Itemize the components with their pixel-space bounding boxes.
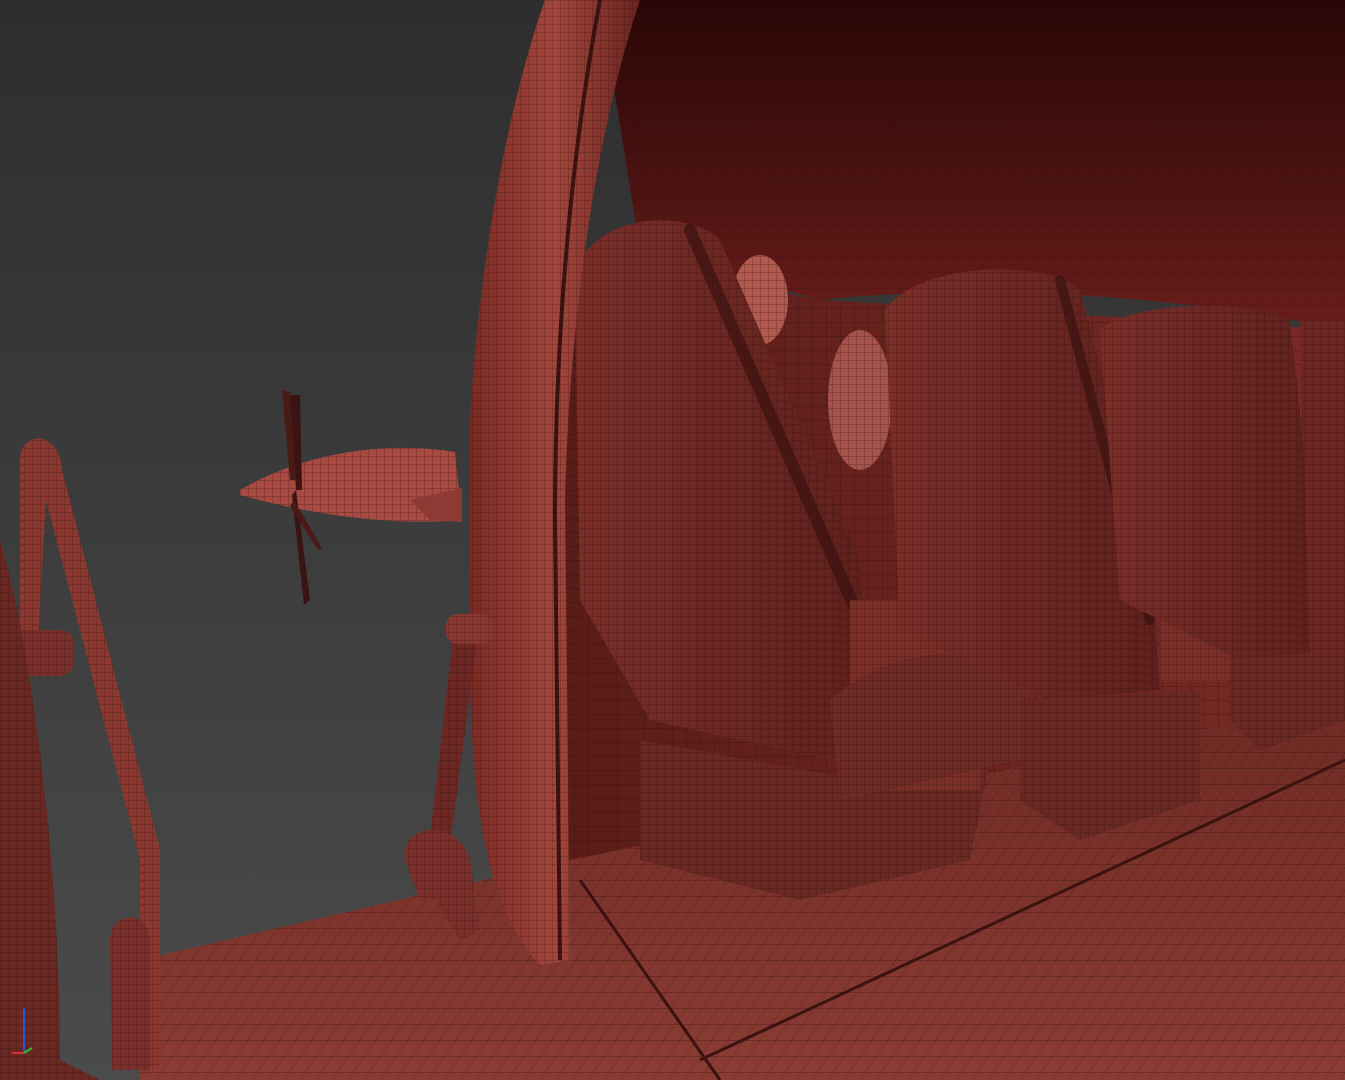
scene-render <box>0 0 1345 1080</box>
3d-viewport[interactable] <box>0 0 1345 1080</box>
y-axis-line <box>23 1047 33 1054</box>
axis-gizmo <box>12 1008 33 1054</box>
